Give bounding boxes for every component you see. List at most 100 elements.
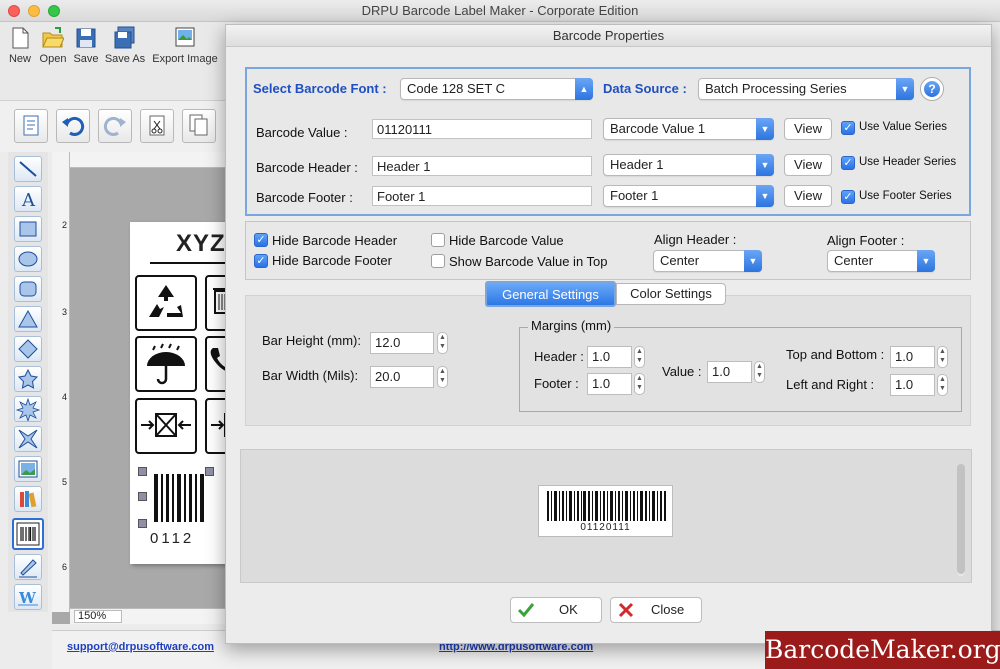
save-button[interactable]: Save [72,26,100,65]
ellipse-icon [18,251,38,267]
export-image-button[interactable]: Export Image [150,26,220,65]
barcode-source-group: Select Barcode Font : Code 128 SET C ▲ D… [245,67,971,216]
view-header-button[interactable]: View [784,154,832,176]
preview-scrollbar[interactable] [957,464,965,576]
triangle-tool[interactable] [14,306,42,332]
barcode-tool[interactable] [12,518,44,550]
preview-barcode-value: 01120111 [580,522,631,533]
barcode-value-input[interactable]: 01120111 [372,119,592,139]
ellipse-tool[interactable] [14,246,42,272]
bar-width-stepper[interactable]: ▲ ▼ [437,366,448,388]
use-value-series-checkbox[interactable]: ✓ [841,121,855,135]
image-tool[interactable] [14,456,42,482]
show-value-top-label: Show Barcode Value in Top [449,254,608,269]
hide-footer-checkbox[interactable]: ✓ [254,254,268,268]
view-value-button[interactable]: View [784,118,832,140]
top-bottom-margin-label: Top and Bottom : [786,347,885,362]
data-source-select[interactable]: Batch Processing Series ▼ [698,78,914,100]
redo-button[interactable] [98,109,132,143]
preview-scrollbar-thumb[interactable] [957,464,965,574]
dialog-title: Barcode Properties [226,25,991,47]
open-button[interactable]: Open [36,26,70,65]
tab-general-settings[interactable]: General Settings [485,281,616,307]
label-preview[interactable]: XYZ 0112 [130,222,236,564]
help-button[interactable]: ? [921,78,943,100]
align-footer-select[interactable]: Center ▼ [827,250,935,272]
support-email-link[interactable]: support@drpusoftware.com [67,641,214,653]
rounded-rectangle-tool[interactable] [14,276,42,302]
save-as-button[interactable]: Save As [104,26,146,65]
left-right-margin-input[interactable]: 1.0 [890,374,935,396]
text-tool[interactable]: A [14,186,42,212]
line-icon [19,161,37,177]
design-canvas[interactable]: 2 3 4 5 6 XYZ 0112 150% [52,152,236,624]
open-folder-icon [42,26,65,50]
tab-color-settings[interactable]: Color Settings [616,283,726,305]
signature-tool[interactable] [14,554,42,580]
header-series-select[interactable]: Header 1 ▼ [603,154,774,176]
watermark-tool[interactable]: W [14,584,42,610]
barcode-value-series-select[interactable]: Barcode Value 1 ▼ [603,118,774,140]
view-footer-button[interactable]: View [784,185,832,207]
undo-button[interactable] [56,109,90,143]
library-tool[interactable] [14,486,42,512]
image-icon [18,460,38,478]
resize-handle[interactable] [138,519,147,528]
hide-value-checkbox[interactable] [431,233,445,247]
resize-handle[interactable] [138,492,147,501]
footer-series-select[interactable]: Footer 1 ▼ [603,185,774,207]
star-icon [17,368,39,389]
font-select[interactable]: Code 128 SET C ▲ [400,78,593,100]
value-margin-stepper[interactable]: ▲ ▼ [754,361,765,383]
barcode-header-input[interactable]: Header 1 [372,156,592,176]
show-value-top-checkbox[interactable] [431,254,445,268]
diamond-tool[interactable] [14,336,42,362]
barcode-footer-input[interactable]: Footer 1 [372,186,592,206]
use-header-series-checkbox[interactable]: ✓ [841,156,855,170]
umbrella-icon [147,343,185,385]
rectangle-icon [19,221,37,237]
left-right-margin-stepper[interactable]: ▲ ▼ [937,374,948,396]
data-source-label: Data Source : [603,81,687,96]
use-value-series-label: Use Value Series [859,121,947,133]
zoom-window-button[interactable] [48,5,60,17]
minimize-window-button[interactable] [28,5,40,17]
four-point-star-tool[interactable] [14,426,42,452]
clamp-icon [141,413,191,437]
cut-icon [149,115,165,136]
hide-header-checkbox[interactable]: ✓ [254,233,268,247]
align-header-select[interactable]: Center ▼ [653,250,762,272]
footer-margin-stepper[interactable]: ▲ ▼ [634,373,645,395]
label-barcode-value: 0112 [150,530,195,547]
line-tool[interactable] [14,156,42,182]
rectangle-tool[interactable] [14,216,42,242]
close-button[interactable]: Close [610,597,702,623]
burst-icon [15,397,41,423]
resize-handle[interactable] [138,467,147,476]
value-margin-input[interactable]: 1.0 [707,361,752,383]
top-bottom-margin-input[interactable]: 1.0 [890,346,935,368]
recycle-symbol [135,275,197,331]
close-window-button[interactable] [8,5,20,17]
properties-button[interactable] [14,109,48,143]
barcode-value-label: Barcode Value : [256,125,348,140]
top-bottom-margin-stepper[interactable]: ▲ ▼ [937,346,948,368]
header-margin-label: Header : [534,349,584,364]
new-button[interactable]: New [6,26,34,65]
header-margin-stepper[interactable]: ▲ ▼ [634,346,645,368]
copy-button[interactable] [182,109,216,143]
bar-height-input[interactable]: 12.0 [370,332,434,354]
burst-tool[interactable] [14,396,42,423]
bar-width-input[interactable]: 20.0 [370,366,434,388]
header-margin-input[interactable]: 1.0 [587,346,632,368]
cut-button[interactable] [140,109,174,143]
hide-header-label: Hide Barcode Header [272,233,398,248]
margins-title: Margins (mm) [528,318,615,333]
bar-height-stepper[interactable]: ▲ ▼ [437,332,448,354]
use-footer-series-checkbox[interactable]: ✓ [841,190,855,204]
zoom-field[interactable]: 150% [74,610,122,623]
export-image-icon [174,26,196,50]
star-tool[interactable] [14,366,42,392]
ok-button[interactable]: OK [510,597,602,623]
footer-margin-input[interactable]: 1.0 [587,373,632,395]
